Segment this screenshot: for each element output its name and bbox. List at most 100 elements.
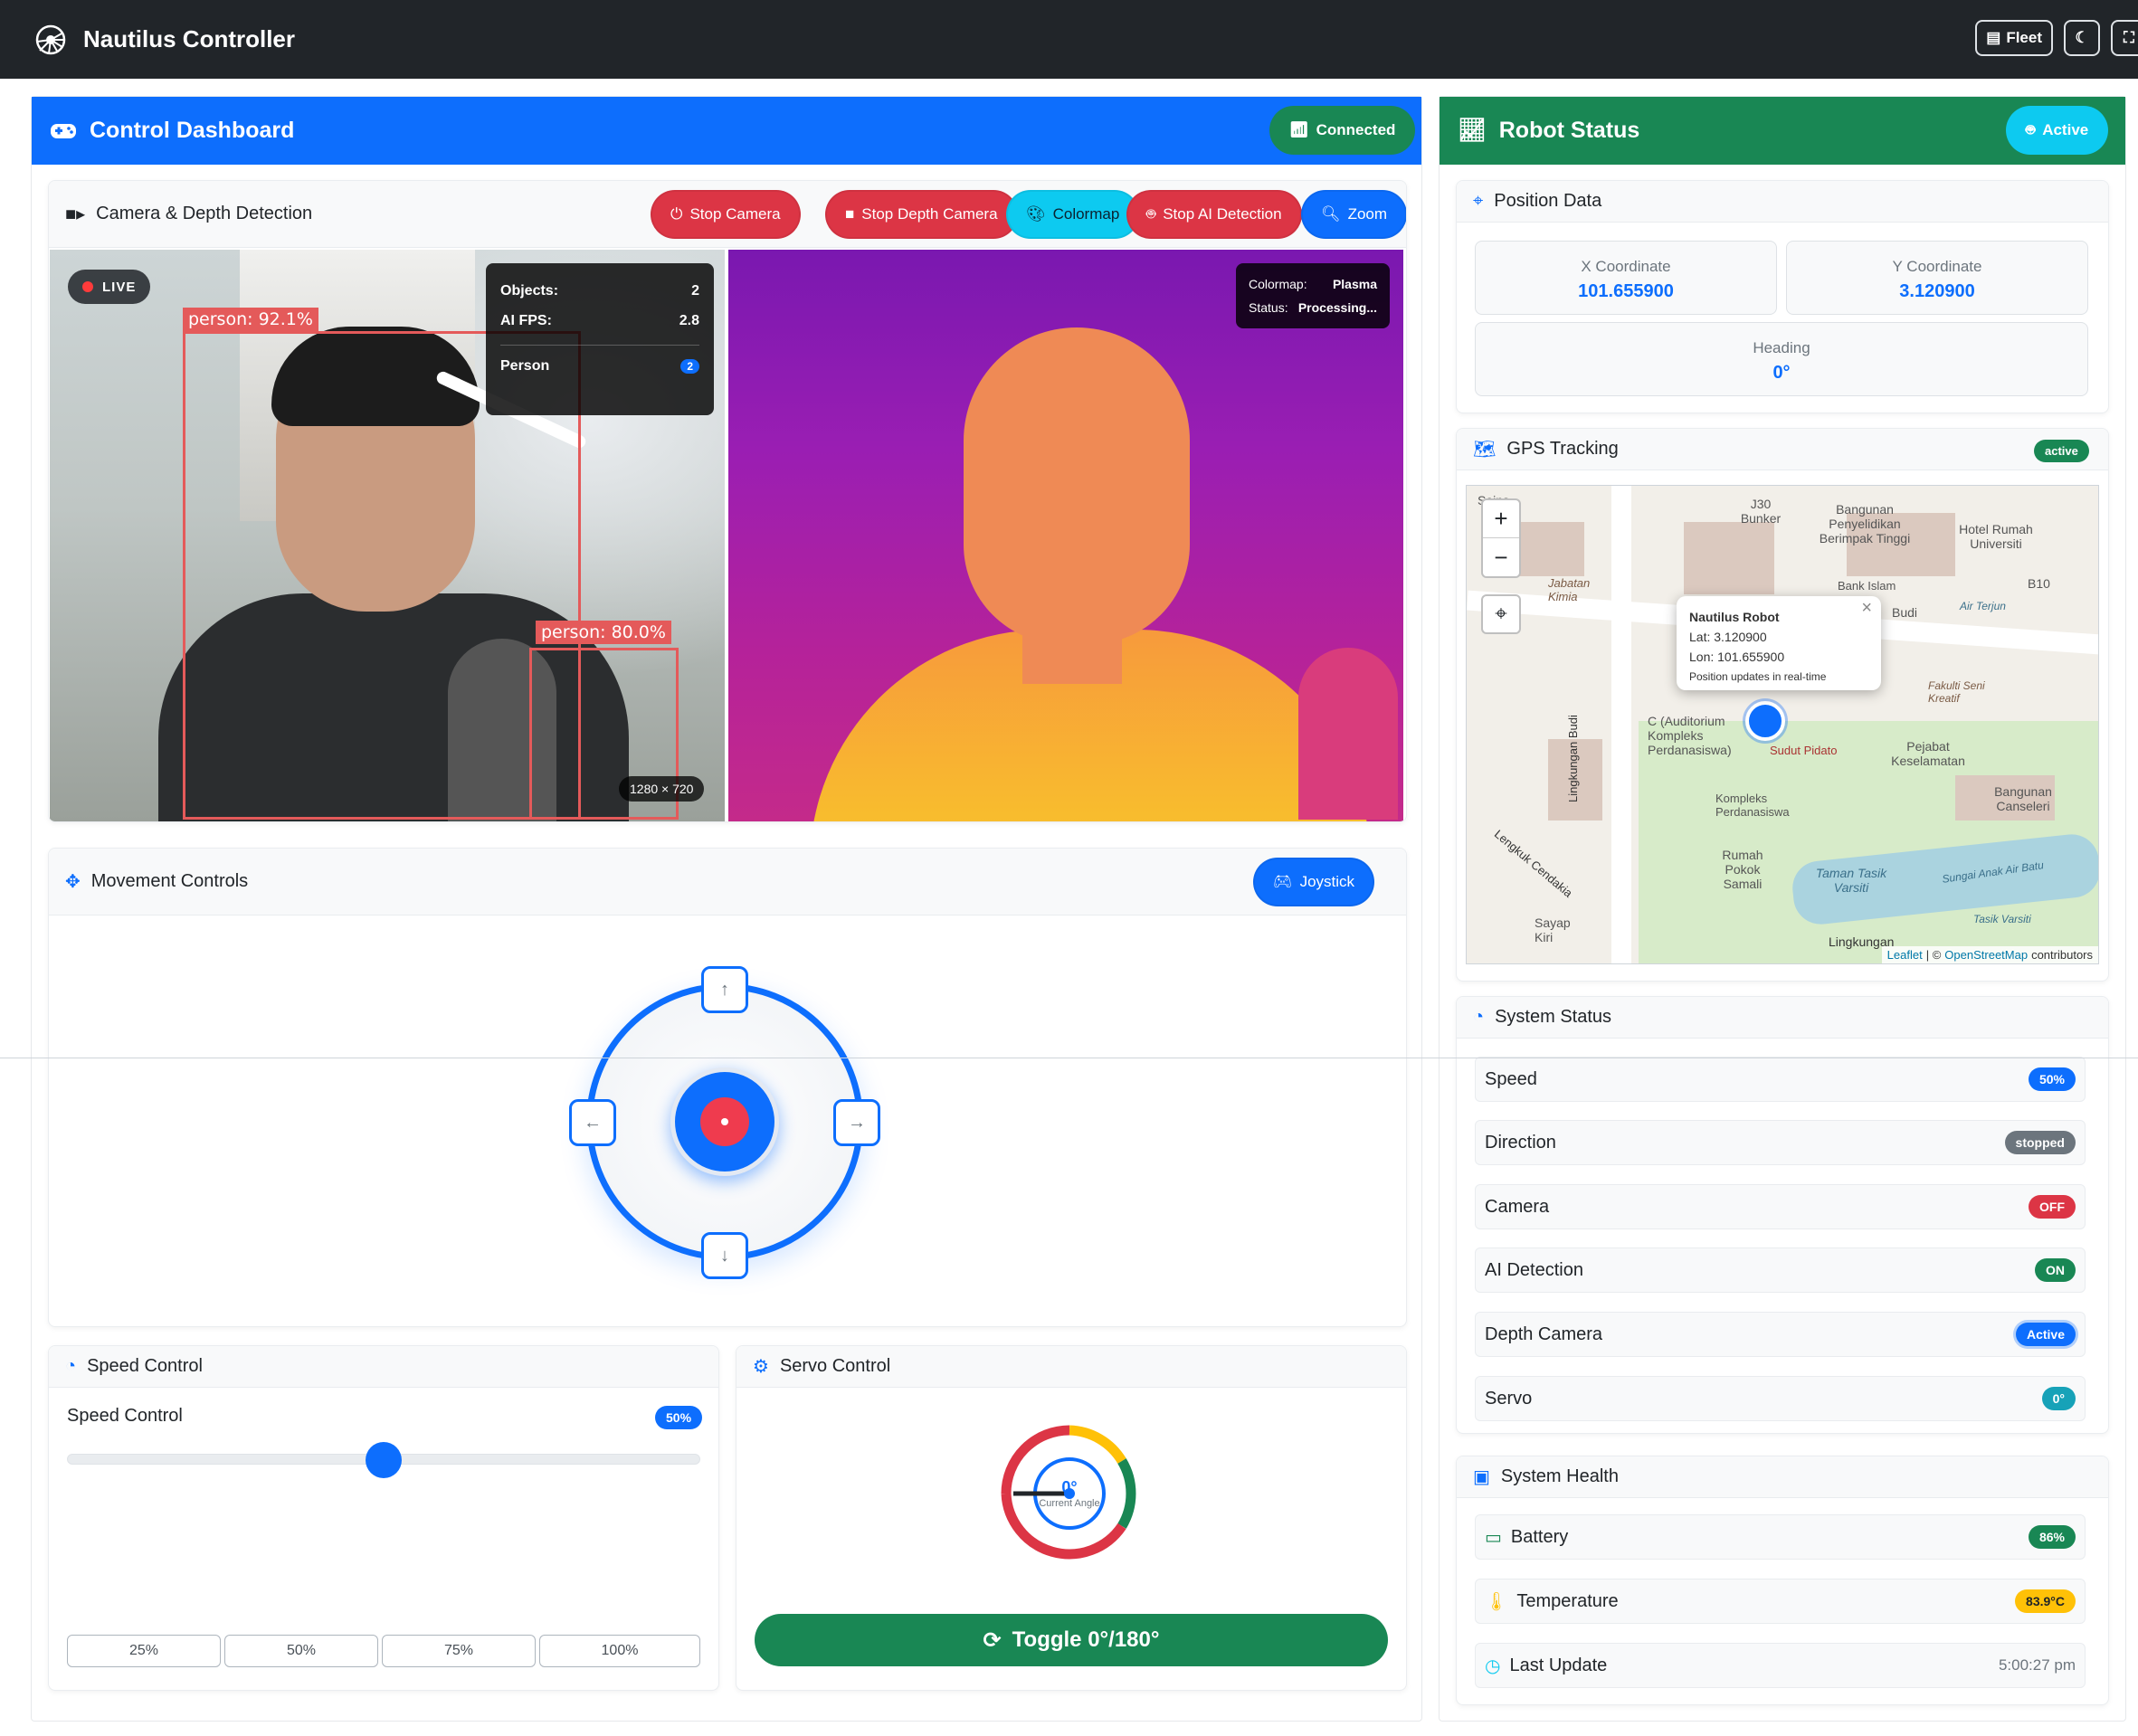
thermometer-icon: 🌡︎ xyxy=(1485,1591,1508,1612)
map-road-2 xyxy=(1611,486,1631,963)
robot-map-marker[interactable] xyxy=(1745,701,1785,741)
stop-depth-camera-button[interactable]: ■ Stop Depth Camera xyxy=(825,190,1018,239)
servo-angle-caption: Current Angle xyxy=(1039,1498,1100,1509)
crosshair-icon: ⌖ xyxy=(1473,191,1484,211)
search-icon: 🔍︎ xyxy=(1321,205,1341,223)
knob-dot xyxy=(721,1118,728,1125)
fps-label: AI FPS: xyxy=(500,312,552,328)
brand[interactable]: Nautilus Controller xyxy=(33,22,295,58)
arrow-left-icon: ← xyxy=(584,1112,602,1133)
map-label: C (Auditorium Kompleks Perdanasiswa) xyxy=(1648,714,1732,757)
temperature-badge: 83.9°C xyxy=(2015,1589,2076,1613)
joystick-left-button[interactable]: ← xyxy=(569,1099,616,1146)
gps-card-header: 🗺︎ GPS Tracking xyxy=(1457,429,2108,470)
x-coordinate-value: 101.655900 xyxy=(1578,281,1674,301)
map-marker-icon: 🗺︎ xyxy=(1473,440,1497,460)
status-badge: ON xyxy=(2035,1258,2076,1282)
depth-head xyxy=(964,327,1190,644)
map-label: Bank Islam xyxy=(1838,579,1896,593)
heading-box: Heading 0° xyxy=(1475,322,2088,396)
robot-icon: 🤖︎ xyxy=(1146,205,1156,223)
map-label: Lingkungan Budi xyxy=(1566,715,1580,802)
clock-icon: ◷ xyxy=(1485,1655,1501,1676)
gps-card: 🗺︎ GPS Tracking active Sains J30 Bunker … xyxy=(1456,428,2109,982)
leaflet-link[interactable]: Leaflet xyxy=(1887,948,1923,962)
last-update-value: 5:00:27 pm xyxy=(1998,1656,2076,1674)
depth-status-label: Status: xyxy=(1249,300,1288,315)
health-row-last-update: ◷ Last Update 5:00:27 pm xyxy=(1475,1643,2086,1688)
map-label: Air Terjun xyxy=(1960,600,2006,612)
rgb-camera-feed[interactable]: LIVE person: 92.1% person: 80.0% Objects… xyxy=(50,250,725,821)
speed-preset-25[interactable]: 25% xyxy=(67,1635,221,1667)
video-camera-icon: ■▸ xyxy=(65,204,86,224)
joystick-knob[interactable] xyxy=(670,1067,779,1176)
map-label: Fakulti Seni Kreatif xyxy=(1928,679,1985,705)
colormap-button[interactable]: 🎨︎ Colormap xyxy=(1006,190,1140,239)
y-coordinate-box: Y Coordinate 3.120900 xyxy=(1786,241,2088,315)
heading-label: Heading xyxy=(1753,339,1810,356)
y-coordinate-value: 3.120900 xyxy=(1899,281,1975,301)
servo-title: Servo Control xyxy=(779,1356,891,1376)
status-row-speed: Speed 50% xyxy=(1475,1057,2086,1102)
position-card-header: ⌖ Position Data xyxy=(1457,181,2108,223)
map-locate-button[interactable]: ⌖ xyxy=(1481,594,1521,634)
gamepad-icon xyxy=(51,123,76,138)
heading-value: 0° xyxy=(1772,363,1791,383)
map-label: Pejabat Keselamatan xyxy=(1891,739,1965,768)
gauge-arc-yellow xyxy=(1069,1425,1126,1464)
speed-label: Speed Control xyxy=(67,1406,183,1426)
popup-close-button[interactable]: × xyxy=(1861,598,1872,618)
detection-label-2: person: 80.0% xyxy=(536,621,671,644)
status-row-ai-detection: AI Detection ON xyxy=(1475,1247,2086,1293)
servo-toggle-button[interactable]: ⟳ Toggle 0°/180° xyxy=(755,1614,1388,1666)
map-label: Sayap Kiri xyxy=(1535,915,1571,944)
map-zoom-in-button[interactable]: + xyxy=(1483,500,1519,538)
theme-toggle-button[interactable]: ☾ xyxy=(2064,20,2100,56)
status-label: Servo xyxy=(1485,1388,1533,1409)
x-coordinate-box: X Coordinate 101.655900 xyxy=(1475,241,1777,315)
map-zoom-control: + − xyxy=(1481,498,1521,578)
battery-badge: 86% xyxy=(2028,1525,2076,1549)
joystick-down-button[interactable]: ↓ xyxy=(701,1232,748,1279)
colormap-value: Plasma xyxy=(1332,277,1377,291)
depth-neck xyxy=(1022,612,1122,684)
map-label: B10 xyxy=(2028,576,2050,591)
popup-lon: Lon: 101.655900 xyxy=(1689,650,1785,664)
speedometer-icon: ◔ xyxy=(65,1356,77,1376)
speed-preset-100[interactable]: 100% xyxy=(539,1635,700,1667)
speed-preset-50[interactable]: 50% xyxy=(224,1635,378,1667)
fullscreen-icon: ⛶ xyxy=(2124,29,2134,46)
cpu-icon: ▣ xyxy=(1473,1467,1490,1487)
status-label: Speed xyxy=(1485,1068,1537,1089)
joystick-knob-center xyxy=(700,1097,749,1146)
depth-camera-feed[interactable]: Colormap: Plasma Status: Processing... xyxy=(728,250,1403,821)
battery-icon: ▭ xyxy=(1485,1527,1502,1548)
joystick-mode-button[interactable]: 🎮︎ Joystick xyxy=(1253,858,1375,906)
popup-title: Nautilus Robot xyxy=(1689,610,1780,624)
stop-camera-button[interactable]: ⏻ Stop Camera xyxy=(651,190,801,239)
status-label: AI Detection xyxy=(1485,1259,1583,1280)
gps-map[interactable]: Sains J30 Bunker Bangunan Penyelidikan B… xyxy=(1466,485,2099,964)
locate-icon: ⌖ xyxy=(1495,602,1507,626)
status-label: Camera xyxy=(1485,1196,1550,1217)
map-popup: Nautilus Robot Lat: 3.120900 Lon: 101.65… xyxy=(1677,596,1881,690)
joystick-right-button[interactable]: → xyxy=(833,1099,880,1146)
fleet-button[interactable]: ▤ Fleet xyxy=(1975,20,2053,56)
stop-icon: ■ xyxy=(845,205,855,223)
movement-title: Movement Controls xyxy=(90,871,249,891)
speed-card-header: ◔ Speed Control xyxy=(49,1346,718,1388)
zoom-button[interactable]: 🔍︎ Zoom xyxy=(1301,190,1406,239)
map-zoom-out-button[interactable]: − xyxy=(1483,538,1519,576)
gps-title: GPS Tracking xyxy=(1506,439,1619,459)
wifi-icon: 📶︎ xyxy=(1289,121,1309,138)
health-row-temperature: 🌡︎ Temperature 83.9°C xyxy=(1475,1579,2086,1624)
osm-link[interactable]: OpenStreetMap xyxy=(1944,948,2028,962)
joystick-up-button[interactable]: ↑ xyxy=(701,966,748,1013)
stop-ai-detection-button[interactable]: 🤖︎ Stop AI Detection xyxy=(1126,190,1302,239)
speed-preset-75[interactable]: 75% xyxy=(382,1635,536,1667)
fullscreen-button[interactable]: ⛶ xyxy=(2111,20,2138,56)
table-icon: ▤ xyxy=(1986,29,2001,46)
status-label: Direction xyxy=(1485,1132,1556,1153)
arrow-down-icon: ↓ xyxy=(720,1245,729,1266)
speed-slider-thumb[interactable] xyxy=(366,1442,402,1478)
